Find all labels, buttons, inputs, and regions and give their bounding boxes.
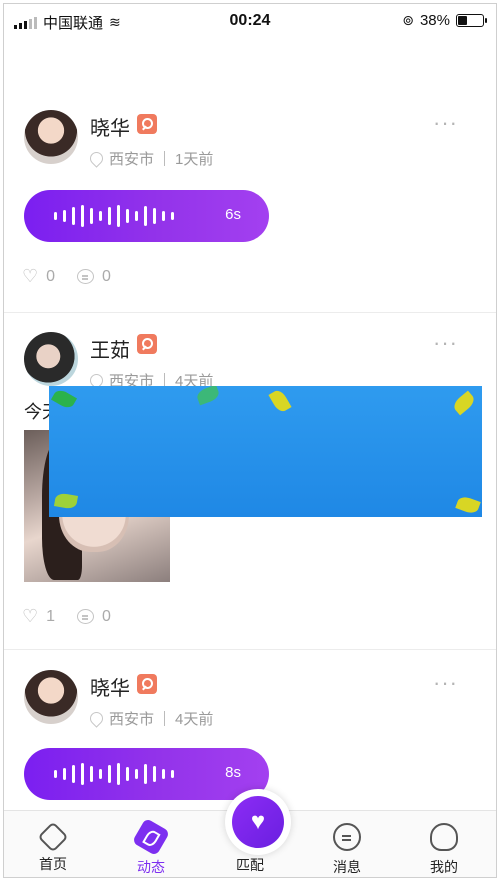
wave-bar xyxy=(99,211,102,221)
like-count: 1 xyxy=(46,607,56,625)
wave-bar xyxy=(171,212,174,220)
wave-bar xyxy=(153,208,156,224)
tab-label: 匹配 xyxy=(236,857,264,873)
post-actions: ♡ 1 0 xyxy=(22,606,111,627)
voice-duration: 6s xyxy=(225,206,241,223)
location-pin-icon xyxy=(87,709,106,728)
post-meta: 西安市 1天前 xyxy=(87,148,214,169)
app-screen: 中国联通 ≋ 00:24 ⊚ 38% 晓华 ··· 西安市 1天前 6s ♡ 0 xyxy=(3,3,497,878)
location-pin-icon xyxy=(87,149,106,168)
like-count: 0 xyxy=(46,267,56,285)
wave-bar xyxy=(126,767,129,781)
comment-count: 0 xyxy=(102,267,111,285)
wave-bar xyxy=(135,769,138,779)
user-name[interactable]: 晓华 xyxy=(90,112,130,141)
wave-bar xyxy=(144,206,147,226)
wave-bar xyxy=(72,207,75,225)
wave-bar xyxy=(153,766,156,782)
location-label: 西安市 xyxy=(109,711,155,728)
home-icon xyxy=(37,821,69,853)
wave-bar xyxy=(162,769,165,779)
comment-icon[interactable] xyxy=(77,269,95,284)
wave-bar xyxy=(108,765,111,783)
wave-bar xyxy=(81,205,84,227)
post-divider xyxy=(4,312,496,313)
user-name[interactable]: 晓华 xyxy=(90,672,130,701)
profile-icon xyxy=(430,823,458,851)
more-options-icon[interactable]: ··· xyxy=(433,670,458,696)
rotation-lock-icon: ⊚ xyxy=(402,12,414,28)
wave-bar xyxy=(117,763,120,785)
like-heart-icon[interactable]: ♡ xyxy=(22,606,38,627)
wave-bar xyxy=(162,211,165,221)
tab-match[interactable]: 匹配 xyxy=(210,855,290,875)
verified-badge-icon xyxy=(137,674,157,694)
voice-duration: 8s xyxy=(225,764,241,781)
location-label: 西安市 xyxy=(109,151,155,168)
post-meta: 西安市 4天前 xyxy=(87,708,214,729)
time-label: 1天前 xyxy=(175,151,214,168)
leaf-decoration xyxy=(53,492,79,510)
wave-bar xyxy=(117,205,120,227)
moments-icon xyxy=(131,817,171,857)
tab-label: 首页 xyxy=(39,856,67,872)
like-heart-icon[interactable]: ♡ xyxy=(22,266,38,287)
wave-bar xyxy=(108,207,111,225)
wave-bar xyxy=(171,770,174,778)
post-divider xyxy=(4,649,496,650)
comment-count: 0 xyxy=(102,607,111,625)
message-icon xyxy=(333,823,361,851)
match-heart-icon xyxy=(232,796,284,848)
post-card[interactable]: 晓华 ··· 西安市 4天前 8s xyxy=(4,666,496,806)
meta-divider xyxy=(164,151,166,166)
status-bar: 中国联通 ≋ 00:24 ⊚ 38% xyxy=(4,4,496,38)
time-label: 4天前 xyxy=(175,711,214,728)
meta-divider xyxy=(164,711,166,726)
wave-bar xyxy=(135,211,138,221)
tab-label: 消息 xyxy=(333,859,361,875)
voice-message-button[interactable]: 8s xyxy=(24,748,269,800)
tab-messages[interactable]: 消息 xyxy=(307,823,387,877)
wave-bar xyxy=(81,763,84,785)
comment-icon[interactable] xyxy=(77,609,95,624)
wave-bar xyxy=(90,766,93,782)
leaf-decoration xyxy=(455,494,481,516)
tab-label: 我的 xyxy=(430,859,458,875)
leaf-decoration xyxy=(195,386,221,406)
sound-wave-icon xyxy=(54,748,174,800)
wave-bar xyxy=(90,208,93,224)
wave-bar xyxy=(63,768,66,780)
wave-bar xyxy=(144,764,147,784)
verified-badge-icon xyxy=(137,114,157,134)
avatar[interactable] xyxy=(24,332,78,386)
voice-message-button[interactable]: 6s xyxy=(24,190,269,242)
avatar[interactable] xyxy=(24,670,78,724)
more-options-icon[interactable]: ··· xyxy=(433,330,458,356)
tab-label: 动态 xyxy=(137,859,165,875)
battery-icon xyxy=(456,14,487,27)
post-card[interactable]: 晓华 ··· 西安市 1天前 6s ♡ 0 0 xyxy=(4,104,496,314)
leaf-decoration xyxy=(268,387,292,415)
post-actions: ♡ 0 0 xyxy=(22,266,111,287)
battery-percent: 38% xyxy=(419,12,450,29)
avatar[interactable] xyxy=(24,110,78,164)
leaf-decoration xyxy=(50,387,78,411)
user-name[interactable]: 王茹 xyxy=(90,334,130,363)
tab-profile[interactable]: 我的 xyxy=(404,823,484,877)
wave-bar xyxy=(54,212,57,220)
wave-bar xyxy=(99,769,102,779)
verified-badge-icon xyxy=(137,334,157,354)
more-options-icon[interactable]: ··· xyxy=(433,110,458,136)
wave-bar xyxy=(126,209,129,223)
leaf-decoration xyxy=(451,390,477,416)
sound-wave-icon xyxy=(54,190,174,242)
wave-bar xyxy=(72,765,75,783)
match-button[interactable] xyxy=(225,789,291,855)
tab-moments[interactable]: 动态 xyxy=(111,817,191,877)
wave-bar xyxy=(54,770,57,778)
overlay-banner[interactable] xyxy=(49,386,482,517)
wave-bar xyxy=(63,210,66,222)
tab-home[interactable]: 首页 xyxy=(13,821,93,874)
